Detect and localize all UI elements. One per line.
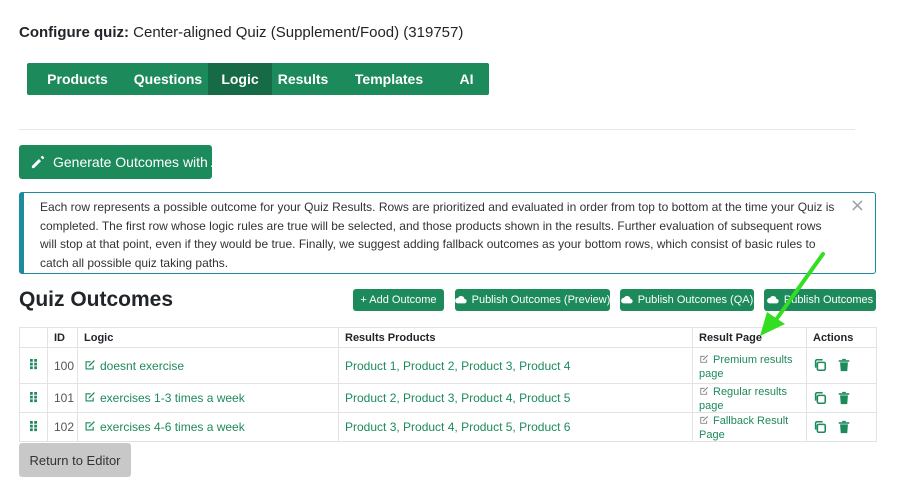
- generate-outcomes-label: Generate Outcomes with AI: [53, 154, 225, 170]
- tab-questions[interactable]: Questions: [128, 63, 208, 95]
- edit-icon: [85, 359, 95, 369]
- logic-text: exercises 1-3 times a week: [100, 391, 245, 405]
- tab-logic[interactable]: Logic: [208, 63, 272, 95]
- col-header-logic: Logic: [77, 327, 339, 348]
- col-header-results-products: Results Products: [338, 327, 693, 348]
- add-outcome-label: + Add Outcome: [360, 294, 437, 306]
- logic-link[interactable]: doesnt exercise: [77, 347, 339, 384]
- logic-link[interactable]: exercises 4-6 times a week: [77, 412, 339, 442]
- edit-icon: [700, 415, 709, 424]
- cloud-icon: [620, 294, 633, 306]
- results-products[interactable]: Product 2, Product 3, Product 4, Product…: [338, 383, 693, 413]
- quiz-nav-bar: Products Questions Logic Results Templat…: [27, 63, 489, 95]
- config-label: Configure quiz:: [19, 24, 129, 41]
- outcome-id: 102: [47, 412, 78, 442]
- trash-icon[interactable]: [837, 358, 851, 372]
- outcomes-title: Quiz Outcomes: [19, 288, 174, 311]
- results-products[interactable]: Product 3, Product 4, Product 5, Product…: [338, 412, 693, 442]
- outcome-id: 101: [47, 383, 78, 413]
- drag-handle-icon[interactable]: ⠿: [19, 412, 48, 442]
- copy-icon[interactable]: [813, 420, 827, 434]
- edit-icon: [700, 386, 709, 395]
- trash-icon[interactable]: [837, 420, 851, 434]
- add-outcome-button[interactable]: + Add Outcome: [353, 289, 444, 311]
- logic-text: exercises 4-6 times a week: [100, 420, 245, 434]
- outcomes-table: ID Logic Results Products Result Page Ac…: [19, 327, 877, 442]
- publish-preview-button[interactable]: Publish Outcomes (Preview): [454, 289, 611, 311]
- result-page-text: Regular results page: [699, 386, 787, 412]
- publish-qa-button[interactable]: Publish Outcomes (QA): [620, 289, 754, 311]
- copy-icon[interactable]: [813, 358, 827, 372]
- quiz-name: Center-aligned Quiz (Supplement/Food) (3…: [133, 24, 464, 41]
- edit-icon: [85, 392, 95, 402]
- tab-products[interactable]: Products: [27, 63, 128, 95]
- logic-link[interactable]: exercises 1-3 times a week: [77, 383, 339, 413]
- trash-icon[interactable]: [837, 391, 851, 405]
- publish-preview-label: Publish Outcomes (Preview): [471, 294, 611, 306]
- table-row: ⠿ 102 exercises 4-6 times a week Product…: [19, 412, 877, 442]
- result-page-text: Premium results page: [699, 353, 793, 380]
- table-row: ⠿ 101 exercises 1-3 times a week Product…: [19, 383, 877, 413]
- copy-icon[interactable]: [813, 391, 827, 405]
- tab-templates[interactable]: Templates: [334, 63, 444, 95]
- alert-text: Each row represents a possible outcome f…: [40, 200, 835, 270]
- result-page-link[interactable]: Regular results page: [692, 383, 807, 413]
- row-actions: [806, 347, 877, 384]
- table-header-row: ID Logic Results Products Result Page Ac…: [19, 327, 877, 348]
- page-title: Configure quiz: Center-aligned Quiz (Sup…: [19, 24, 463, 41]
- row-actions: [806, 412, 877, 442]
- divider: [19, 129, 855, 130]
- result-page-link[interactable]: Premium results page: [692, 347, 807, 384]
- logic-text: doesnt exercise: [100, 358, 185, 373]
- info-alert: Each row represents a possible outcome f…: [19, 192, 876, 274]
- col-header-id: ID: [47, 327, 78, 348]
- outcome-id: 100: [47, 347, 78, 384]
- drag-col-header: [19, 327, 48, 348]
- drag-handle-icon[interactable]: ⠿: [19, 347, 48, 384]
- cropped-heading-fragment: [60, 0, 580, 8]
- generate-outcomes-ai-button[interactable]: Generate Outcomes with AI: [19, 145, 224, 179]
- close-icon[interactable]: ×: [850, 196, 865, 216]
- result-page-text: Fallback Result Page: [699, 415, 789, 441]
- annotation-arrow-icon: [760, 252, 825, 336]
- tab-ai[interactable]: AI: [444, 63, 489, 95]
- edit-icon: [85, 421, 95, 431]
- pencil-icon: [31, 155, 45, 169]
- tab-results[interactable]: Results: [272, 63, 334, 95]
- result-page-link[interactable]: Fallback Result Page: [692, 412, 807, 442]
- return-to-editor-button[interactable]: Return to Editor: [19, 443, 131, 477]
- cloud-icon: [454, 294, 467, 306]
- results-products[interactable]: Product 1, Product 2, Product 3, Product…: [338, 347, 693, 384]
- edit-icon: [700, 354, 709, 363]
- drag-handle-icon[interactable]: ⠿: [19, 383, 48, 413]
- table-row: ⠿ 100 doesnt exercise Product 1, Product…: [19, 347, 877, 384]
- publish-qa-label: Publish Outcomes (QA): [637, 294, 754, 306]
- row-actions: [806, 383, 877, 413]
